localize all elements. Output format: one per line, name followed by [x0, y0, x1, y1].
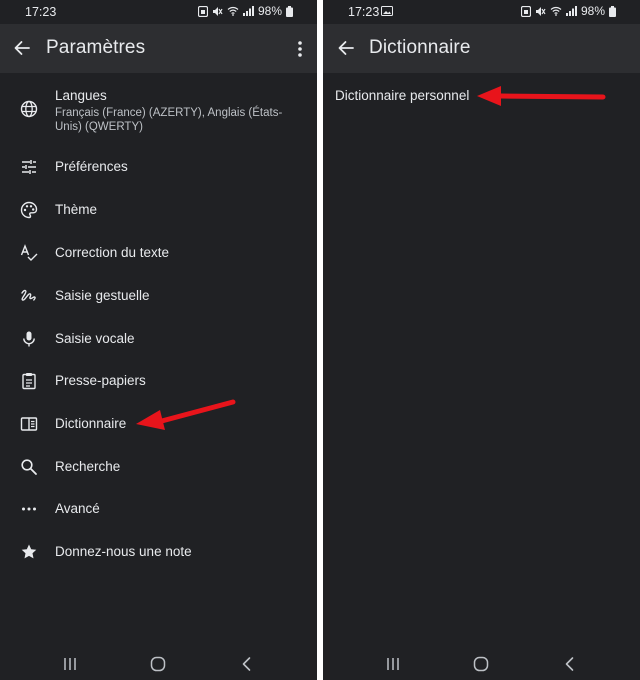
home-icon[interactable] [472, 655, 490, 673]
navigation-bar [323, 650, 640, 680]
settings-item-label: Dictionnaire [55, 416, 127, 431]
settings-screen: 17:23 98% Paramètres Langues Français (F… [0, 0, 317, 680]
status-icons: 98% [197, 4, 293, 18]
app-bar: Paramètres [0, 24, 317, 73]
personal-dictionary-item[interactable]: Dictionnaire personnel [323, 80, 640, 114]
signal-icon [565, 6, 577, 16]
settings-item-label: Presse-papiers [55, 373, 146, 388]
home-icon[interactable] [149, 655, 167, 673]
page-title: Dictionnaire [369, 37, 471, 58]
search-icon [21, 459, 37, 475]
status-bar: 17:23 98% [0, 0, 317, 24]
app-bar: Dictionnaire [323, 24, 640, 73]
back-arrow-icon[interactable] [13, 39, 31, 57]
settings-item-label: Thème [55, 202, 98, 217]
spellcheck-icon [20, 244, 38, 261]
signal-icon [242, 6, 254, 16]
settings-item-label: Saisie vocale [55, 331, 135, 346]
nav-back-icon[interactable] [238, 655, 256, 673]
tune-icon [22, 160, 36, 174]
wifi-icon [550, 6, 562, 16]
lock-notification-icon [197, 5, 208, 17]
settings-item-subtitle: Français (France) (AZERTY), Anglais (Éta… [55, 107, 283, 133]
clipboard-icon [22, 373, 36, 390]
more-horiz-icon [22, 507, 36, 511]
settings-item-label: Avancé [55, 501, 100, 516]
recent-apps-icon[interactable] [61, 655, 79, 673]
page-title: Paramètres [46, 37, 146, 58]
status-icons: 98% [520, 4, 616, 18]
nav-back-icon[interactable] [561, 655, 579, 673]
settings-item-label: Recherche [55, 459, 121, 474]
navigation-bar [0, 650, 317, 680]
settings-item-rate-us[interactable]: Donnez-nous une note [0, 531, 317, 573]
microphone-icon [23, 331, 35, 347]
palette-icon [20, 201, 38, 219]
mute-icon [535, 6, 546, 16]
settings-item-label: Préférences [55, 159, 128, 174]
dictionary-screen: 17:23 98% Dictionnaire Dictionnaire pers… [323, 0, 640, 680]
settings-item-search[interactable]: Recherche [0, 446, 317, 488]
settings-item-theme[interactable]: Thème [0, 189, 317, 231]
settings-item-dictionary[interactable]: Dictionnaire [0, 403, 317, 445]
battery-percent: 98% [580, 4, 605, 18]
settings-item-advanced[interactable]: Avancé [0, 488, 317, 530]
recent-apps-icon[interactable] [384, 655, 402, 673]
settings-item-label: Langues [55, 88, 107, 103]
globe-icon [20, 100, 38, 118]
more-vert-icon[interactable] [295, 38, 305, 60]
settings-item-label: Saisie gestuelle [55, 288, 150, 303]
lock-notification-icon [520, 5, 531, 17]
settings-item-label: Correction du texte [55, 245, 170, 260]
wifi-icon [227, 6, 239, 16]
star-icon [21, 544, 37, 559]
status-time: 17:23 [25, 5, 57, 19]
personal-dictionary-label: Dictionnaire personnel [335, 88, 470, 103]
gesture-icon [21, 289, 36, 301]
battery-icon [609, 5, 616, 17]
battery-icon [286, 5, 293, 17]
settings-item-langues[interactable]: Langues Français (France) (AZERTY), Angl… [0, 84, 317, 136]
status-time: 17:23 [348, 5, 380, 19]
gallery-notification-icon [381, 6, 393, 16]
status-bar: 17:23 98% [323, 0, 640, 24]
mute-icon [212, 6, 223, 16]
settings-item-text-correction[interactable]: Correction du texte [0, 232, 317, 274]
back-arrow-icon[interactable] [337, 39, 355, 57]
settings-item-clipboard[interactable]: Presse-papiers [0, 360, 317, 402]
settings-item-label: Donnez-nous une note [55, 544, 192, 559]
battery-percent: 98% [257, 4, 282, 18]
settings-item-preferences[interactable]: Préférences [0, 146, 317, 188]
settings-item-voice-typing[interactable]: Saisie vocale [0, 318, 317, 360]
settings-item-gesture-typing[interactable]: Saisie gestuelle [0, 275, 317, 317]
dictionary-icon [20, 417, 38, 431]
